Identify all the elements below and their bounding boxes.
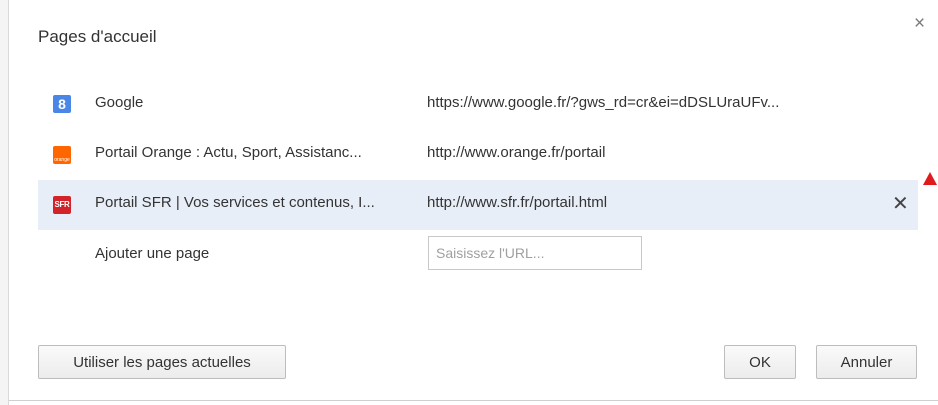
use-current-pages-button[interactable]: Utiliser les pages actuelles [38, 345, 286, 379]
page-url: http://www.orange.fr/portail [427, 144, 606, 161]
ok-button[interactable]: OK [724, 345, 796, 379]
google-favicon-icon: 8 [53, 95, 71, 113]
page-url: https://www.google.fr/?gws_rd=cr&ei=dDSL… [427, 94, 780, 111]
add-page-url-input[interactable] [428, 236, 642, 270]
homepages-dialog: Pages d'accueil × 8 Google https://www.g… [9, 0, 938, 401]
page-row-sfr[interactable]: SFR Portail SFR | Vos services et conten… [38, 180, 918, 230]
orange-favicon-text: orange [54, 157, 70, 163]
background-window-edge [0, 0, 9, 405]
page-name: Google [95, 94, 144, 111]
close-icon[interactable]: × [914, 14, 925, 34]
add-page-label: Ajouter une page [95, 245, 210, 262]
page-row-google[interactable]: 8 Google https://www.google.fr/?gws_rd=c… [38, 80, 918, 130]
page-url: http://www.sfr.fr/portail.html [427, 194, 608, 211]
page-name: Portail SFR | Vos services et contenus, … [95, 194, 375, 211]
annotation-arrow-icon [923, 172, 937, 185]
page-row-orange[interactable]: orange Portail Orange : Actu, Sport, Ass… [38, 130, 918, 180]
cancel-button[interactable]: Annuler [816, 345, 917, 379]
dialog-title: Pages d'accueil [38, 27, 157, 46]
page-name: Portail Orange : Actu, Sport, Assistanc.… [95, 144, 362, 161]
remove-page-icon[interactable]: ✕ [892, 194, 909, 214]
orange-favicon-icon: orange [53, 146, 71, 164]
sfr-favicon-icon: SFR [53, 196, 71, 214]
